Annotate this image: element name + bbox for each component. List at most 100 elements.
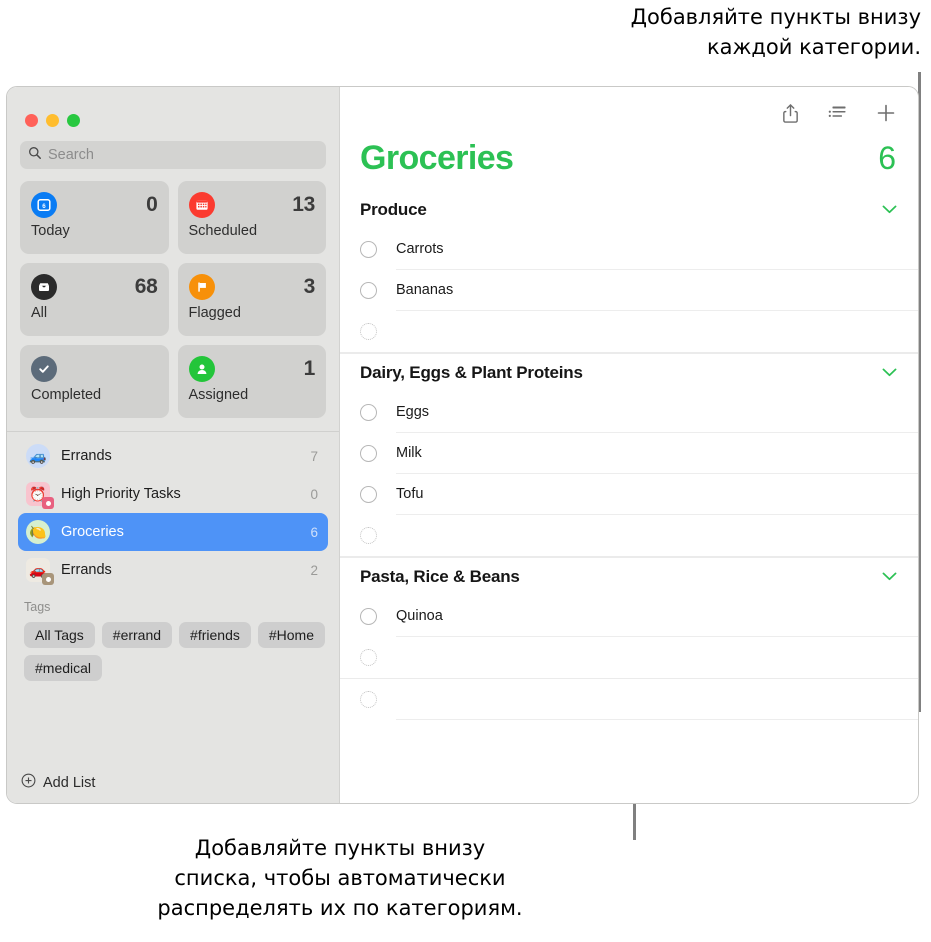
- callout-top-text: Добавляйте пункты внизу каждой категории…: [630, 5, 921, 59]
- list-total-count: 6: [878, 140, 896, 176]
- reminder-item[interactable]: Quinoa: [340, 596, 918, 637]
- list-item-errands-smart[interactable]: 🚗 Errands 2: [18, 551, 328, 589]
- smart-list-count: 3: [303, 274, 316, 298]
- tags-heading: Tags: [24, 600, 51, 614]
- new-reminder-checkbox[interactable]: [360, 527, 377, 544]
- section-header-pasta[interactable]: Pasta, Rice & Beans: [340, 557, 918, 596]
- reminder-item[interactable]: Carrots: [340, 229, 918, 270]
- reminder-checkbox[interactable]: [360, 486, 377, 503]
- reminder-title: Eggs: [396, 404, 430, 420]
- search-input[interactable]: Search: [20, 141, 326, 169]
- traffic-lights: [7, 87, 339, 127]
- page-title: Groceries: [360, 139, 514, 177]
- new-reminder-checkbox[interactable]: [360, 691, 377, 708]
- reminders-content: Produce Carrots Bananas Dairy, Eggs & Pl: [340, 191, 918, 803]
- reminder-title: Quinoa: [396, 608, 443, 624]
- smart-lists-grid: 6 0 Today 13 Scheduled 68 All 3 Flagged …: [7, 169, 339, 418]
- smart-list-count: 0: [146, 192, 158, 216]
- reminders-window: Search 6 0 Today 13 Scheduled 68 All 3 F…: [6, 86, 919, 804]
- tag-chip-medical[interactable]: #medical: [24, 655, 103, 681]
- calendar-icon: [188, 191, 215, 218]
- section-header-dairy[interactable]: Dairy, Eggs & Plant Proteins: [340, 353, 918, 392]
- reminder-item[interactable]: Tofu: [340, 474, 918, 515]
- lemon-icon: 🍋: [26, 520, 50, 544]
- list-item-high-priority-tasks[interactable]: ⏰ High Priority Tasks 0: [18, 475, 328, 513]
- maximize-button[interactable]: [67, 114, 80, 127]
- search-placeholder: Search: [48, 147, 94, 163]
- reminder-checkbox[interactable]: [360, 608, 377, 625]
- new-reminder-row[interactable]: [340, 311, 918, 352]
- section-title: Produce: [360, 200, 427, 219]
- reminder-title: Carrots: [396, 241, 444, 257]
- tag-chip-errand[interactable]: #errand: [101, 622, 173, 648]
- smart-list-flagged[interactable]: 3 Flagged: [177, 263, 326, 336]
- car-icon: 🚙: [26, 444, 50, 468]
- tag-chip-all-tags[interactable]: All Tags: [24, 622, 95, 648]
- section-header-produce[interactable]: Produce: [340, 191, 918, 229]
- smart-list-gear-icon: [42, 497, 54, 509]
- smart-list-assigned[interactable]: 1 Assigned: [177, 345, 326, 418]
- tags-section: Tags All Tags #errand #friends #Home #me…: [7, 589, 339, 681]
- list-emoji: 🍋: [29, 523, 47, 540]
- list-item-count: 2: [310, 562, 318, 578]
- share-icon[interactable]: [779, 102, 801, 124]
- chevron-down-icon[interactable]: [882, 568, 897, 586]
- list-item-errands[interactable]: 🚙 Errands 7: [18, 437, 328, 475]
- alarm-clock-icon: ⏰: [26, 482, 54, 509]
- list-view-icon[interactable]: [827, 102, 849, 124]
- new-reminder-checkbox[interactable]: [360, 323, 377, 340]
- inbox-icon: [31, 273, 57, 300]
- reminder-checkbox[interactable]: [360, 445, 377, 462]
- smart-list-today[interactable]: 6 0 Today: [20, 181, 169, 254]
- smart-list-scheduled[interactable]: 13 Scheduled: [177, 181, 326, 254]
- search-icon: [28, 146, 42, 165]
- smart-list-gear-icon: [42, 573, 54, 585]
- svg-text:6: 6: [42, 203, 46, 210]
- smart-list-label: Assigned: [188, 387, 249, 403]
- list-item-label: Errands: [61, 448, 112, 464]
- reminder-checkbox[interactable]: [360, 282, 377, 299]
- reminder-checkbox[interactable]: [360, 404, 377, 421]
- tag-chip-home[interactable]: #Home: [257, 622, 325, 648]
- list-title-row: Groceries 6: [340, 139, 918, 191]
- new-reminder-row[interactable]: [340, 515, 918, 556]
- list-item-label: High Priority Tasks: [61, 486, 181, 502]
- reminder-item[interactable]: Eggs: [340, 392, 918, 433]
- smart-list-all[interactable]: 68 All: [20, 263, 169, 336]
- custom-lists: 🚙 Errands 7 ⏰ High Priority Tasks 0 🍋 Gr…: [7, 432, 339, 589]
- smart-list-count: 1: [303, 356, 316, 380]
- sidebar: Search 6 0 Today 13 Scheduled 68 All 3 F…: [7, 87, 340, 803]
- minimize-button[interactable]: [46, 114, 59, 127]
- checkmark-icon: [31, 355, 57, 382]
- smart-list-completed[interactable]: Completed: [20, 345, 169, 418]
- new-reminder-row[interactable]: [340, 637, 918, 678]
- reminder-title: Tofu: [396, 486, 424, 502]
- plus-icon[interactable]: [875, 102, 897, 124]
- reminder-item[interactable]: Bananas: [340, 270, 918, 311]
- list-item-label: Groceries: [61, 524, 124, 540]
- new-reminder-checkbox[interactable]: [360, 649, 377, 666]
- tag-list: All Tags #errand #friends #Home #medical: [24, 622, 326, 681]
- close-button[interactable]: [25, 114, 38, 127]
- list-item-count: 6: [310, 524, 318, 540]
- reminder-item[interactable]: Milk: [340, 433, 918, 474]
- new-reminder-row-list-bottom[interactable]: [340, 679, 918, 720]
- calendar-day-icon: 6: [31, 191, 57, 218]
- chevron-down-icon[interactable]: [882, 364, 897, 382]
- main-pane: Groceries 6 Produce Carrots Bananas Dair…: [340, 87, 918, 803]
- chevron-down-icon[interactable]: [882, 201, 897, 219]
- tag-chip-friends[interactable]: #friends: [179, 622, 251, 648]
- add-list-button[interactable]: Add List: [7, 763, 339, 803]
- list-item-groceries[interactable]: 🍋 Groceries 6: [18, 513, 328, 551]
- red-car-icon: 🚗: [26, 558, 54, 585]
- plus-circle-icon: [21, 773, 36, 793]
- smart-list-label: All: [31, 305, 48, 321]
- toolbar: [340, 87, 918, 139]
- smart-list-label: Flagged: [188, 305, 241, 321]
- reminder-checkbox[interactable]: [360, 241, 377, 258]
- smart-list-label: Today: [31, 223, 70, 239]
- smart-list-count: 13: [292, 192, 315, 216]
- smart-list-label: Completed: [31, 387, 102, 403]
- list-item-count: 7: [310, 448, 318, 464]
- search-container: Search: [7, 127, 339, 169]
